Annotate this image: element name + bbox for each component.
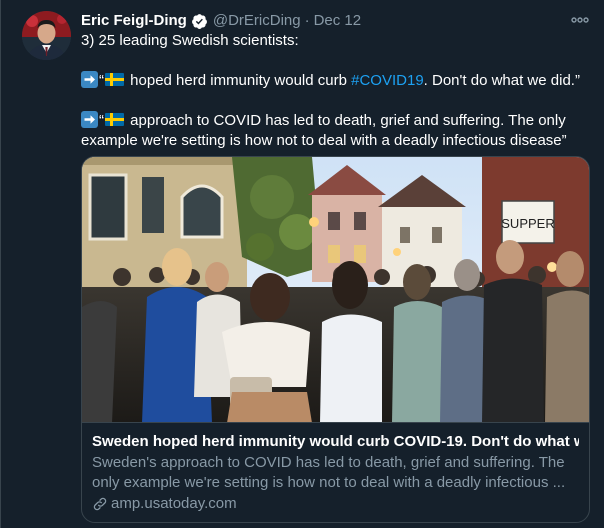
tweet-quote-2-line-1: “ approach to COVID has led to death, gr… (81, 111, 596, 131)
avatar-photo (22, 11, 71, 60)
right-arrow-icon (81, 111, 98, 128)
right-arrow-icon (81, 71, 98, 88)
tweet-line-intro: 3) 25 leading Swedish scientists: (81, 32, 299, 49)
tweet-quote-2-line-2: example we're setting is how not to deal… (81, 132, 567, 149)
card-domain[interactable]: amp.usatoday.com (92, 494, 579, 514)
avatar[interactable] (22, 11, 71, 60)
card-description-line-1: Sweden's approach to COVID has led to de… (92, 454, 565, 471)
card-image[interactable]: SUPPER (82, 157, 589, 423)
tweet[interactable]: Eric Feigl-Ding @DrEricDing · Dec 12 3) … (0, 0, 604, 528)
sweden-flag-icon (105, 113, 124, 126)
tweet-quote-1: “ hoped herd immunity would curb #COVID1… (81, 71, 596, 91)
author-name[interactable]: Eric Feigl-Ding (81, 11, 187, 31)
tweet-text: 3) 25 leading Swedish scientists: “ hope… (81, 31, 596, 151)
verified-badge-icon (191, 13, 208, 30)
card-title[interactable]: Sweden hoped herd immunity would curb CO… (92, 432, 579, 452)
card-domain-text: amp.usatoday.com (111, 495, 237, 512)
sweden-flag-icon (105, 73, 124, 86)
link-preview-card[interactable]: SUPPER Sweden hoped herd immunity would … (81, 156, 590, 523)
hashtag-link[interactable]: #COVID19 (351, 72, 424, 89)
author-handle[interactable]: @DrEricDing (213, 11, 301, 31)
card-description-line-2: only example we're setting is how not to… (92, 474, 566, 491)
link-icon (93, 497, 107, 511)
supper-sign: SUPPER (501, 216, 554, 231)
card-description: Sweden's approach to COVID has led to de… (92, 453, 572, 493)
tweet-date[interactable]: Dec 12 (314, 11, 362, 31)
more-options-icon[interactable] (567, 12, 593, 28)
header-separator: · (304, 12, 310, 29)
tweet-header: Eric Feigl-Ding @DrEricDing · Dec 12 (81, 11, 361, 31)
card-body: Sweden hoped herd immunity would curb CO… (82, 423, 589, 514)
